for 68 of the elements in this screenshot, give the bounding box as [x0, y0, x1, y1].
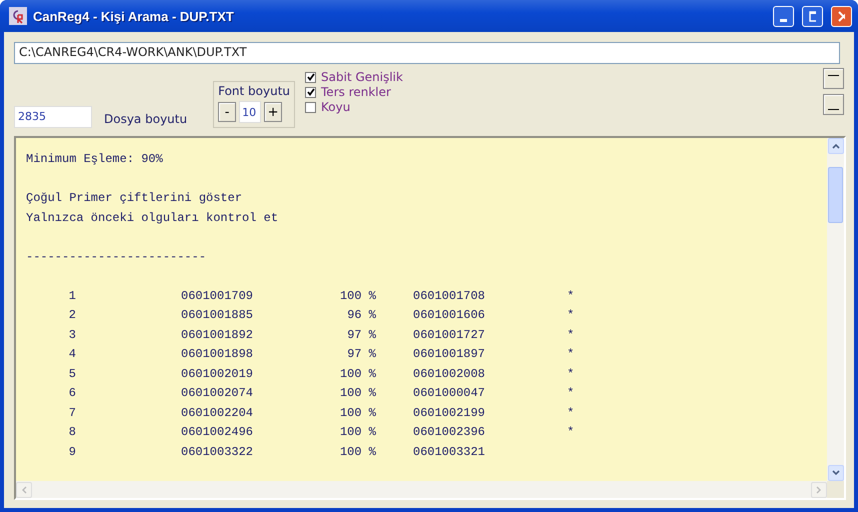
font-size-label: Font boyutu — [218, 84, 290, 98]
match-percent: 100 % — [338, 366, 376, 382]
match-percent: 97 % — [346, 346, 376, 363]
row-number: 8 — [68, 424, 76, 441]
increase-button[interactable]: + — [264, 102, 282, 122]
maximize-icon — [809, 10, 816, 22]
font-size-field[interactable]: 10 — [239, 101, 262, 123]
close-button[interactable] — [831, 6, 852, 26]
close-icon — [838, 10, 845, 22]
pair-record-id: 0601001708 — [412, 288, 486, 304]
record-id: 0601003322 — [180, 444, 254, 460]
file-size-label: Dosya boyutu — [104, 112, 188, 126]
report-line: Çoğul Primer çiftlerini göster — [26, 190, 244, 207]
vertical-scrollbar[interactable] — [827, 138, 844, 481]
record-id: 0601002496 — [180, 424, 254, 441]
top-line-button[interactable] — [823, 68, 844, 89]
scrollbar-corner — [827, 481, 844, 498]
match-percent: 100 % — [338, 288, 376, 304]
pair-record-id: 0601001727 — [412, 326, 486, 344]
path-field[interactable]: C:\CANREG4\CR4-WORK\ANK\DUP.TXT — [14, 42, 840, 64]
pair-record-id: 0601001606 — [412, 307, 486, 324]
scroll-down-icon[interactable] — [828, 465, 844, 481]
report-line: Minimum Eşleme: 90% — [26, 151, 164, 168]
pair-record-id: 0601002199 — [412, 404, 486, 422]
app-logo-icon — [9, 7, 27, 25]
checkbox[interactable] — [305, 86, 316, 98]
row-number: 9 — [68, 444, 76, 460]
match-percent: 100 % — [338, 444, 376, 460]
record-id: 0601001892 — [180, 326, 254, 344]
pair-record-id: 0601000047 — [412, 385, 486, 402]
match-percent: 100 % — [338, 404, 376, 422]
maximize-button[interactable] — [802, 6, 823, 26]
checkbox-label: Sabit Genişlik — [321, 70, 403, 84]
decrease-button[interactable]: - — [218, 102, 236, 122]
pair-record-id: 0601002396 — [412, 424, 486, 441]
row-number: 3 — [68, 326, 76, 344]
checkbox-label: Koyu — [321, 100, 350, 114]
match-percent: 97 % — [346, 326, 376, 344]
file-size-field[interactable]: 2835 — [14, 106, 92, 128]
minimize-button[interactable] — [773, 6, 794, 26]
pair-record-id: 0601003321 — [412, 444, 486, 460]
bottom-line-button[interactable] — [823, 94, 844, 115]
report-line: ------------------------- — [26, 248, 208, 266]
report-line: Yalnızca önceki olguları kontrol et — [26, 210, 280, 226]
pair-record-id: 0601001897 — [412, 346, 486, 363]
record-id: 0601002019 — [180, 366, 254, 382]
minimize-icon — [780, 18, 787, 22]
record-id: 0601002074 — [180, 385, 254, 402]
record-id: 0601002204 — [180, 404, 254, 422]
row-number: 6 — [68, 385, 76, 402]
row-number: 1 — [68, 288, 76, 304]
row-number: 2 — [68, 307, 76, 324]
row-number: 5 — [68, 366, 76, 382]
match-percent: 96 % — [346, 307, 376, 324]
match-percent: 100 % — [338, 424, 376, 441]
checkbox[interactable] — [305, 102, 316, 112]
record-id: 0601001898 — [180, 346, 254, 363]
window-title: CanReg4 - Kişi Arama - DUP.TXT — [33, 8, 235, 24]
scroll-up-icon[interactable] — [828, 138, 844, 154]
row-number: 4 — [68, 346, 76, 363]
row-number: 7 — [68, 404, 76, 422]
checkbox-label: Ters renkler — [321, 85, 391, 99]
record-id: 0601001885 — [180, 307, 254, 324]
match-percent: 100 % — [338, 385, 376, 402]
checkbox[interactable] — [305, 72, 316, 82]
record-id: 0601001709 — [180, 288, 254, 304]
scroll-thumb[interactable] — [828, 166, 843, 222]
pair-record-id: 0601002008 — [412, 366, 486, 382]
